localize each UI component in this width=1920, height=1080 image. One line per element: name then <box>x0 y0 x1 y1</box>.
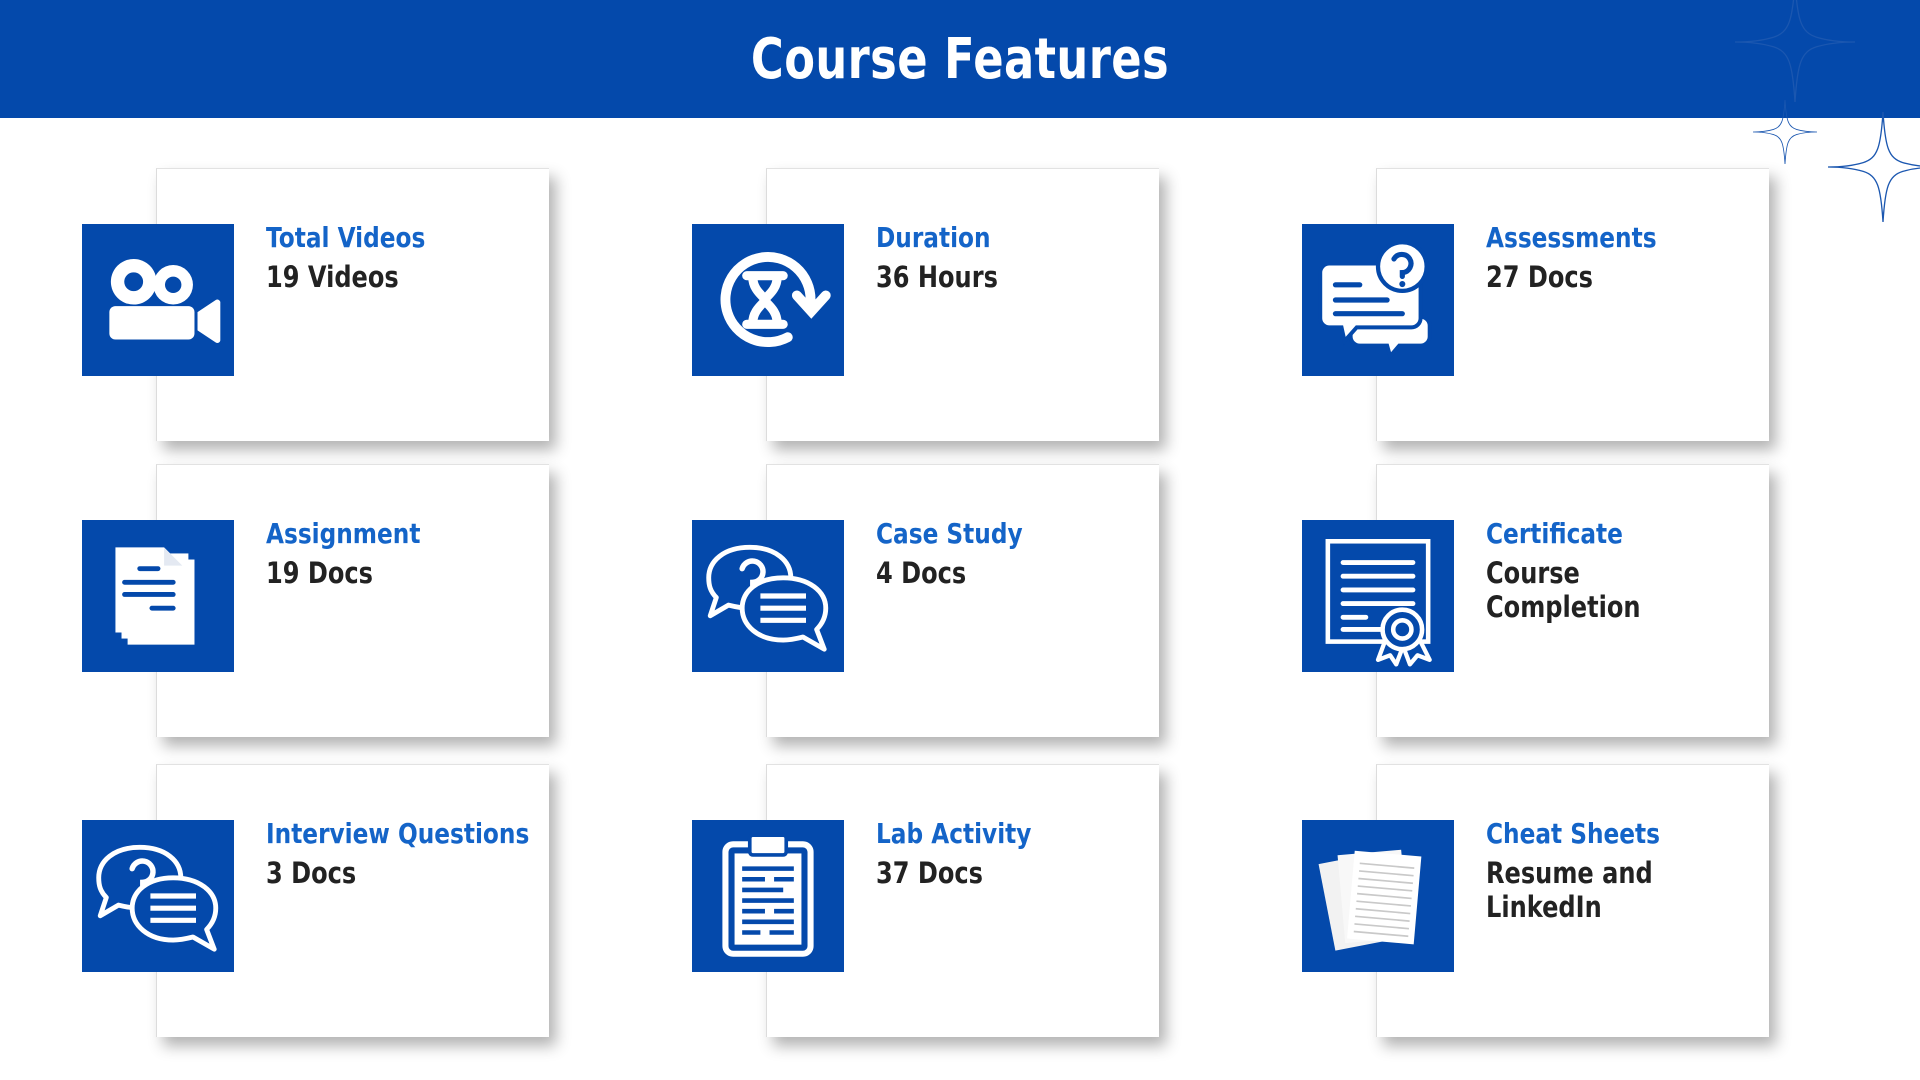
page-title: Course Features <box>750 26 1170 92</box>
card-title: Duration <box>876 221 991 254</box>
card-text-block: Total Videos 19 Videos <box>266 221 554 295</box>
card-title: Total Videos <box>266 221 426 254</box>
card-text-block: Case Study 4 Docs <box>876 517 1164 591</box>
header-bar: Course Features <box>0 0 1920 118</box>
video-camera-icon <box>82 224 234 376</box>
course-features-grid: Total Videos 19 Videos Duration 36 Hours… <box>0 118 1920 1080</box>
feature-card-assessments[interactable]: Assessments 27 Docs <box>1302 168 1769 441</box>
card-title: Assignment <box>266 517 421 550</box>
card-text-block: Lab Activity 37 Docs <box>876 817 1164 891</box>
feature-card-interview-questions[interactable]: Interview Questions 3 Docs <box>82 764 549 1037</box>
card-text-block: Cheat Sheets Resume and LinkedIn <box>1486 817 1774 925</box>
feature-card-assignment[interactable]: Assignment 19 Docs <box>82 464 549 737</box>
card-value: 27 Docs <box>1486 260 1593 294</box>
card-title: Interview Questions <box>266 817 530 850</box>
card-value: Course Completion <box>1486 556 1641 625</box>
hourglass-refresh-icon <box>692 224 844 376</box>
certificate-ribbon-icon <box>1302 520 1454 672</box>
card-title: Lab Activity <box>876 817 1032 850</box>
card-value: 19 Docs <box>266 556 373 590</box>
card-value: 36 Hours <box>876 260 998 294</box>
card-value: 3 Docs <box>266 856 357 890</box>
card-text-block: Assignment 19 Docs <box>266 517 554 591</box>
card-value: 19 Videos <box>266 260 399 294</box>
question-chat-card-icon <box>1302 224 1454 376</box>
card-title: Cheat Sheets <box>1486 817 1661 850</box>
feature-card-case-study[interactable]: Case Study 4 Docs <box>692 464 1159 737</box>
card-text-block: Interview Questions 3 Docs <box>266 817 554 891</box>
feature-card-total-videos[interactable]: Total Videos 19 Videos <box>82 168 549 441</box>
card-text-block: Duration 36 Hours <box>876 221 1164 295</box>
feature-card-certificate[interactable]: Certificate Course Completion <box>1302 464 1769 737</box>
card-title: Assessments <box>1486 221 1657 254</box>
speech-bubbles-question-icon <box>82 820 234 972</box>
paper-stack-icon <box>1302 820 1454 972</box>
feature-card-duration[interactable]: Duration 36 Hours <box>692 168 1159 441</box>
card-title: Case Study <box>876 517 1023 550</box>
card-value: Resume and LinkedIn <box>1486 856 1653 925</box>
card-value: 37 Docs <box>876 856 983 890</box>
stacked-documents-icon <box>82 520 234 672</box>
card-title: Certificate <box>1486 517 1623 550</box>
feature-card-cheat-sheets[interactable]: Cheat Sheets Resume and LinkedIn <box>1302 764 1769 1037</box>
card-text-block: Assessments 27 Docs <box>1486 221 1774 295</box>
speech-bubbles-question-icon <box>692 520 844 672</box>
card-value: 4 Docs <box>876 556 967 590</box>
feature-card-lab-activity[interactable]: Lab Activity 37 Docs <box>692 764 1159 1037</box>
card-text-block: Certificate Course Completion <box>1486 517 1774 625</box>
clipboard-icon <box>692 820 844 972</box>
